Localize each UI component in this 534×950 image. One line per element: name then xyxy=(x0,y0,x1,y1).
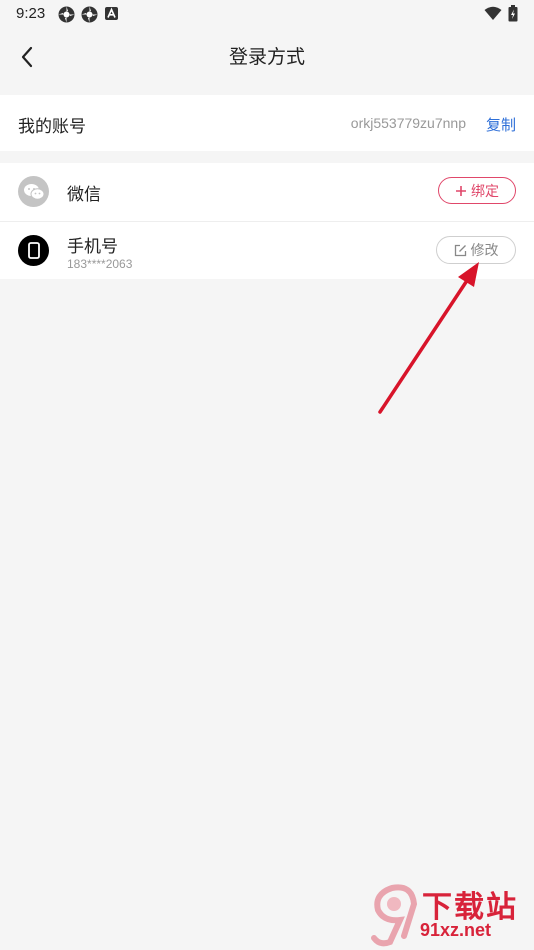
notification-app-icon xyxy=(58,6,75,23)
battery-icon xyxy=(508,5,518,22)
status-notification-icons xyxy=(58,6,119,23)
phone-number: 183****2063 xyxy=(67,257,133,271)
phone-icon xyxy=(18,235,49,266)
notification-a-icon xyxy=(105,7,118,20)
account-label: 我的账号 xyxy=(18,117,86,137)
list-item-wechat: 微信 绑定 xyxy=(0,163,534,221)
phone-label: 手机号 xyxy=(67,237,118,257)
account-card: 我的账号 orkj553779zu7nnp 复制 xyxy=(0,95,534,151)
status-time: 9:23 xyxy=(16,5,46,22)
edit-icon xyxy=(454,244,466,256)
login-methods-list: 微信 绑定 手机号 183****2063 修改 xyxy=(0,163,534,279)
bind-wechat-button[interactable]: 绑定 xyxy=(438,177,516,204)
watermark: 下载站 91xz.net xyxy=(370,880,530,950)
bind-button-label: 绑定 xyxy=(471,183,499,200)
account-id: orkj553779zu7nnp xyxy=(350,115,466,131)
wechat-icon xyxy=(18,176,49,207)
list-item-phone: 手机号 183****2063 修改 xyxy=(0,221,534,280)
page-title: 登录方式 xyxy=(228,46,305,68)
status-bar: 9:23 xyxy=(0,0,534,28)
copy-button[interactable]: 复制 xyxy=(486,114,516,135)
notification-app-icon xyxy=(81,6,98,23)
header: 登录方式 xyxy=(0,28,534,84)
wifi-icon xyxy=(484,6,502,20)
plus-icon xyxy=(456,185,466,196)
wechat-label: 微信 xyxy=(67,185,101,205)
edit-button-label: 修改 xyxy=(470,243,499,259)
edit-phone-button[interactable]: 修改 xyxy=(436,236,516,264)
status-system-icons xyxy=(484,5,518,22)
watermark-domain: 91xz.net xyxy=(420,920,492,940)
watermark-logo-icon xyxy=(371,884,418,947)
